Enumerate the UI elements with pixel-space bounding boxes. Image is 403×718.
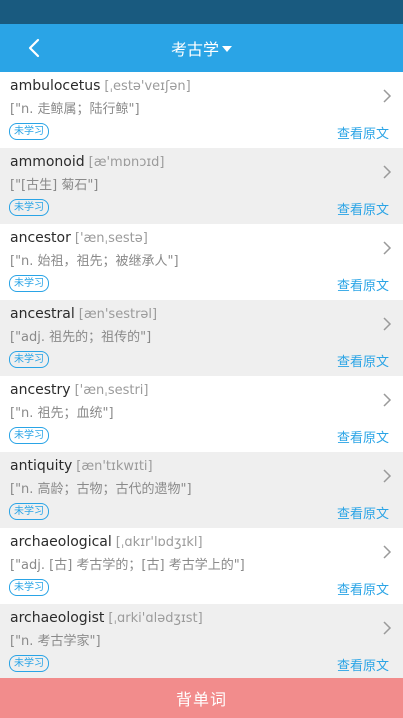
word: ammonoid [10,154,85,170]
status-badge: 未学习 [9,579,49,596]
view-original-link[interactable]: 查看原文 [337,579,389,598]
memorize-words-button[interactable]: 背单词 [0,678,403,718]
chevron-right-icon [383,165,392,179]
view-original-link[interactable]: 查看原文 [337,123,389,142]
definition: ["n. 考古学家"] [10,634,101,649]
chevron-right-icon [383,317,392,331]
word: archaeologist [10,610,105,626]
list-item[interactable]: ammonoid [æ'mɒnɔɪd] ["[古生] 菊石"] 未学习 查看原文 [0,148,403,224]
status-badge: 未学习 [9,503,49,520]
chevron-right-icon [383,469,392,483]
definition: ["[古生] 菊石"] [10,178,99,193]
chevron-right-icon [383,393,392,407]
definition: ["n. 高龄；古物；古代的遗物"] [10,482,192,497]
definition: ["n. 祖先；血统"] [10,406,114,421]
phonetic: ['ænˌsestri] [74,383,149,398]
status-badge: 未学习 [9,427,49,444]
list-item[interactable]: ancestor ['ænˌsestə] ["n. 始祖，祖先；被继承人"] 未学… [0,224,403,300]
chevron-right-icon [383,241,392,255]
view-original-link[interactable]: 查看原文 [337,199,389,218]
view-original-link[interactable]: 查看原文 [337,351,389,370]
category-selector[interactable]: 考古学 [0,24,403,72]
status-bar [0,0,403,24]
chevron-right-icon [383,621,392,635]
word: ambulocetus [10,78,101,94]
word-list: ambulocetus [ˌestə'veɪʃən] ["n. 走鲸属；陆行鲸"]… [0,72,403,680]
view-original-link[interactable]: 查看原文 [337,503,389,522]
view-original-link[interactable]: 查看原文 [337,655,389,674]
list-item[interactable]: ancestral [æn'sestrəl] ["adj. 祖先的；祖传的"] 未… [0,300,403,376]
definition: ["n. 始祖，祖先；被继承人"] [10,254,179,269]
status-badge: 未学习 [9,123,49,140]
list-item[interactable]: ambulocetus [ˌestə'veɪʃən] ["n. 走鲸属；陆行鲸"]… [0,72,403,148]
status-badge: 未学习 [9,275,49,292]
definition: ["n. 走鲸属；陆行鲸"] [10,102,140,117]
word: ancestral [10,306,75,322]
status-badge: 未学习 [9,351,49,368]
nav-bar: 考古学 [0,24,403,72]
chevron-right-icon [383,89,392,103]
chevron-right-icon [383,545,392,559]
list-item[interactable]: archaeological [ˌɑkɪr'lɒdʒɪkl] ["adj. [古]… [0,528,403,604]
page-title: 考古学 [170,40,219,59]
word: antiquity [10,458,73,474]
list-item[interactable]: antiquity [æn'tɪkwɪti] ["n. 高龄；古物；古代的遗物"]… [0,452,403,528]
caret-down-icon [222,46,232,52]
status-badge: 未学习 [9,655,49,672]
definition: ["adj. [古] 考古学的；[古] 考古学上的"] [10,558,245,573]
word: archaeological [10,534,112,550]
phonetic: [ˌɑkɪr'lɒdʒɪkl] [115,535,203,550]
phonetic: [ˌestə'veɪʃən] [104,79,191,94]
phonetic: [æn'sestrəl] [78,307,158,322]
list-item[interactable]: archaeologist [ˌɑrki'ɑlədʒɪst] ["n. 考古学家"… [0,604,403,680]
definition: ["adj. 祖先的；祖传的"] [10,330,152,345]
word: ancestor [10,230,71,246]
phonetic: [ˌɑrki'ɑlədʒɪst] [108,611,203,626]
phonetic: [æn'tɪkwɪti] [76,459,153,474]
list-item[interactable]: ancestry ['ænˌsestri] ["n. 祖先；血统"] 未学习 查看… [0,376,403,452]
phonetic: ['ænˌsestə] [74,231,148,246]
word: ancestry [10,382,71,398]
phonetic: [æ'mɒnɔɪd] [88,155,165,170]
view-original-link[interactable]: 查看原文 [337,427,389,446]
status-badge: 未学习 [9,199,49,216]
view-original-link[interactable]: 查看原文 [337,275,389,294]
